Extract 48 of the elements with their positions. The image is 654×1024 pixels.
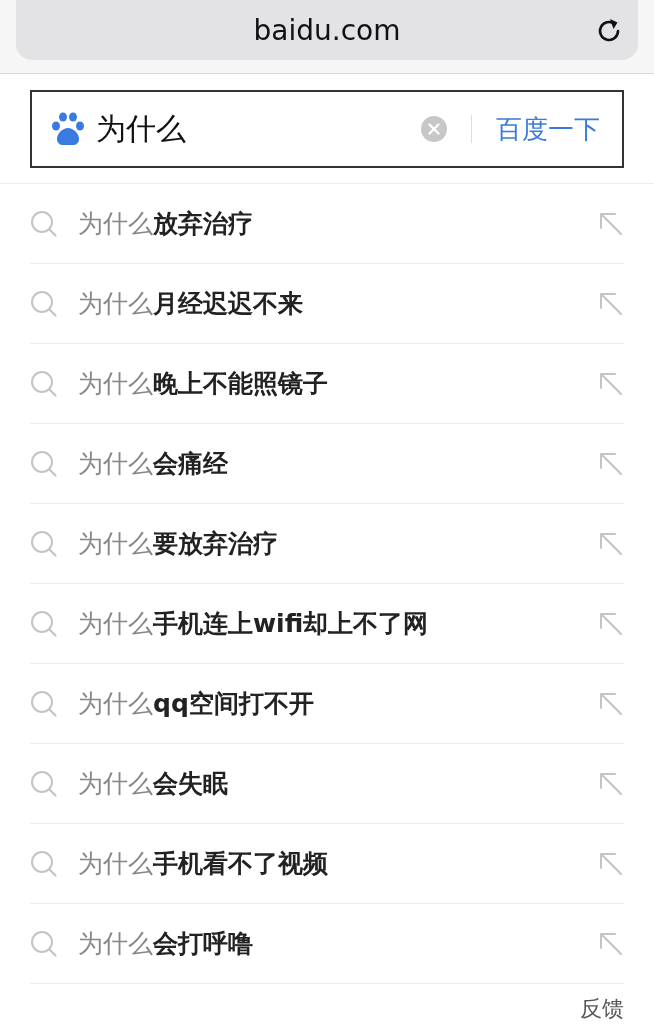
fill-arrow-icon[interactable] — [598, 450, 624, 477]
fill-arrow-icon[interactable] — [598, 290, 624, 317]
suggestion-item[interactable]: 为什么会失眠 — [30, 744, 624, 824]
fill-arrow-icon[interactable] — [598, 370, 624, 397]
search-icon — [30, 769, 58, 798]
search-icon — [30, 449, 58, 478]
suggestion-item[interactable]: 为什么手机看不了视频 — [30, 824, 624, 904]
suggestion-text: 为什么要放弃治疗 — [78, 528, 279, 560]
url-text: baidu.com — [253, 13, 401, 47]
fill-arrow-icon[interactable] — [598, 850, 624, 877]
suggestion-text: 为什么晚上不能照镜子 — [78, 368, 329, 400]
search-icon — [30, 289, 58, 318]
clear-icon[interactable] — [421, 116, 447, 142]
search-icon — [30, 929, 58, 958]
suggestion-item[interactable]: 为什么要放弃治疗 — [30, 504, 624, 584]
search-icon — [30, 689, 58, 718]
fill-arrow-icon[interactable] — [598, 930, 624, 957]
fill-arrow-icon[interactable] — [598, 210, 624, 237]
suggestion-text: 为什么会失眠 — [78, 768, 229, 800]
suggestion-text: 为什么手机看不了视频 — [78, 848, 329, 880]
suggestion-item[interactable]: 为什么放弃治疗 — [30, 184, 624, 264]
search-button[interactable]: 百度一下 — [496, 111, 600, 147]
suggestion-item[interactable]: 为什么晚上不能照镜子 — [30, 344, 624, 424]
suggestion-item[interactable]: 为什么月经迟迟不来 — [30, 264, 624, 344]
search-icon — [30, 209, 58, 238]
suggestion-text: 为什么手机连上wifi却上不了网 — [78, 608, 430, 640]
suggestion-text: 为什么会痛经 — [78, 448, 229, 480]
fill-arrow-icon[interactable] — [598, 690, 624, 717]
address-bar[interactable]: baidu.com — [16, 0, 638, 60]
fill-arrow-icon[interactable] — [598, 530, 624, 557]
suggestion-item[interactable]: 为什么会痛经 — [30, 424, 624, 504]
suggestion-text: 为什么qq空间打不开 — [78, 688, 315, 720]
feedback-link[interactable]: 反馈 — [580, 994, 624, 1024]
search-field[interactable]: 为什么 百度一下 — [30, 90, 624, 168]
suggestion-text: 为什么会打呼噜 — [78, 928, 254, 960]
suggestion-item[interactable]: 为什么手机连上wifi却上不了网 — [30, 584, 624, 664]
search-icon — [30, 369, 58, 398]
suggestion-text: 为什么放弃治疗 — [78, 208, 254, 240]
fill-arrow-icon[interactable] — [598, 770, 624, 797]
search-icon — [30, 609, 58, 638]
fill-arrow-icon[interactable] — [598, 610, 624, 637]
search-icon — [30, 529, 58, 558]
paw-icon — [50, 111, 86, 147]
search-query: 为什么 — [96, 109, 187, 148]
search-icon — [30, 849, 58, 878]
suggestion-text: 为什么月经迟迟不来 — [78, 288, 304, 320]
suggestion-item[interactable]: 为什么qq空间打不开 — [30, 664, 624, 744]
suggestion-item[interactable]: 为什么会打呼噜 — [30, 904, 624, 984]
